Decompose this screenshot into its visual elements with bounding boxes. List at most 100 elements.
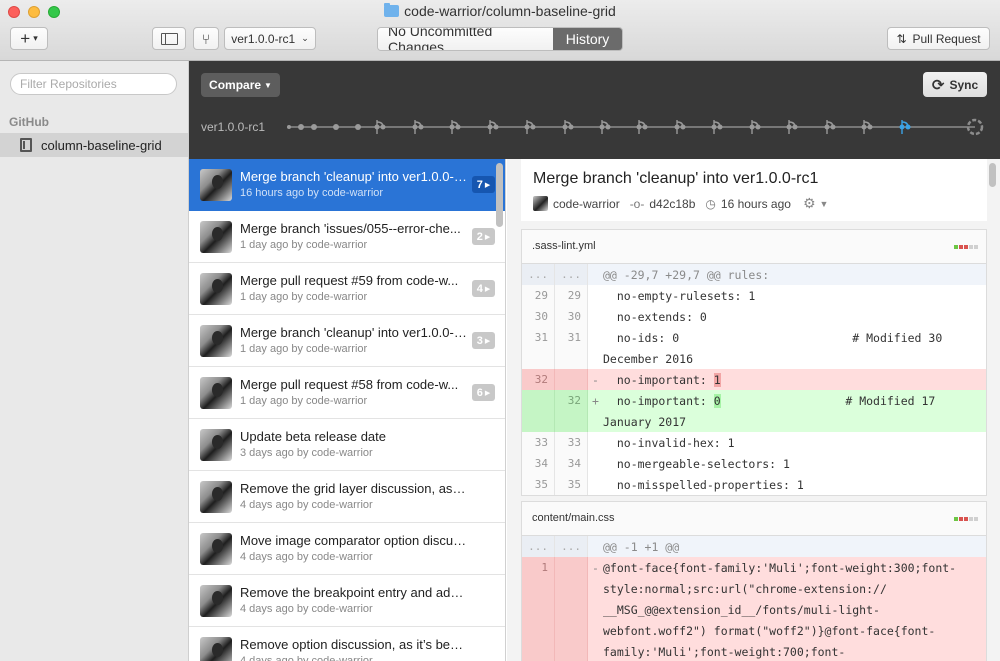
avatar: [200, 325, 232, 357]
timeline-commit-node[interactable]: [298, 124, 304, 130]
commit-meta: 4 days ago by code-warrior: [240, 603, 373, 615]
diff-file-header[interactable]: content/main.css: [522, 502, 986, 536]
sync-label: Sync: [949, 77, 979, 92]
avatar: [200, 221, 232, 253]
old-line-number: 35: [522, 474, 555, 495]
old-line-number: 31: [522, 327, 555, 348]
diff-line: 32 + no-important: 0 # Modified 17: [522, 390, 986, 411]
repo-icon: [20, 138, 32, 152]
toggle-sidebar-button[interactable]: [152, 27, 186, 50]
expand-arrow-icon: ▶: [484, 233, 491, 241]
diff-code: @@ -1 +1 @@: [603, 540, 680, 554]
sync-button[interactable]: ⟳ Sync: [923, 72, 987, 97]
commit-sha[interactable]: d42c18b: [649, 197, 695, 211]
diff-line: 31 31 no-ids: 0 # Modified 30: [522, 327, 986, 348]
uncommitted-changes-tab[interactable]: No Uncommitted Changes: [378, 28, 553, 50]
commit-row[interactable]: Merge branch 'issues/055--error-che... 1 …: [189, 211, 505, 263]
diff-line: 32 - no-important: 1: [522, 369, 986, 390]
old-line-number: ...: [522, 264, 555, 285]
commit-list-scrollbar[interactable]: [496, 163, 503, 227]
commit-row[interactable]: Merge branch 'cleanup' into ver1.0.0-rc1…: [189, 315, 505, 367]
commit-meta: 16 hours ago by code-warrior: [240, 187, 384, 199]
commit-row[interactable]: Remove the breakpoint entry and add it l…: [189, 575, 505, 627]
commit-count-badge[interactable]: 3 ▶: [472, 332, 495, 349]
commit-count-badge[interactable]: 4 ▶: [472, 280, 495, 297]
diff-line: 34 34 no-mergeable-selectors: 1: [522, 453, 986, 474]
commit-row[interactable]: Update beta release date 3 days ago by co…: [189, 419, 505, 471]
commit-count-badge[interactable]: 6 ▶: [472, 384, 495, 401]
diff-code: webfont.woff2") format("woff2")}@font-fa…: [603, 624, 936, 638]
gear-icon[interactable]: ⚙: [803, 195, 816, 212]
new-branch-button[interactable]: ⑂: [193, 27, 219, 50]
filter-repositories-input[interactable]: Filter Repositories: [10, 73, 177, 95]
new-line-number: [555, 578, 588, 599]
branch-selector[interactable]: ver1.0.0-rc1 ⌄: [224, 27, 316, 50]
old-line-number: [522, 599, 555, 620]
avatar: [200, 429, 232, 461]
commit-count-badge[interactable]: 2 ▶: [472, 228, 495, 245]
window-title: code-warrior/column-baseline-grid: [0, 3, 1000, 19]
diff-line: December 2016: [522, 348, 986, 369]
timeline-commit-node[interactable]: [287, 125, 291, 129]
commit-row[interactable]: Remove option discussion, as it’s been f…: [189, 627, 505, 661]
new-line-number: ...: [555, 536, 588, 557]
commit-row[interactable]: Merge branch 'cleanup' into ver1.0.0-rc1…: [189, 159, 505, 211]
compare-button[interactable]: Compare ▼: [201, 73, 280, 97]
clock-icon: ◷: [705, 196, 716, 211]
diff-line: 33 33 no-invalid-hex: 1: [522, 432, 986, 453]
add-repository-button[interactable]: + ▾: [10, 27, 48, 50]
diff-sign: [588, 285, 603, 306]
commit-meta: 1 day ago by code-warrior: [240, 239, 368, 251]
commit-count-value: 2: [476, 230, 483, 243]
diff-sign: +: [592, 394, 599, 408]
filter-placeholder: Filter Repositories: [20, 77, 117, 91]
history-tab[interactable]: History: [553, 28, 622, 50]
chevron-down-icon[interactable]: ▼: [820, 199, 829, 209]
new-line-number: [555, 641, 588, 661]
commit-detail-title: Merge branch 'cleanup' into ver1.0.0-rc1: [533, 170, 819, 187]
old-line-number: ...: [522, 536, 555, 557]
diff-code: December 2016: [603, 352, 694, 366]
commit-count-badge[interactable]: 7 ▶: [472, 176, 495, 193]
diff-file-header[interactable]: .sass-lint.yml: [522, 230, 986, 264]
commit-row[interactable]: Remove the grid layer discussion, as it’…: [189, 471, 505, 523]
timeline-commit-node[interactable]: [311, 124, 317, 130]
repository-sidebar: Filter Repositories GitHub column-baseli…: [0, 61, 189, 661]
timeline-commit-node[interactable]: [355, 124, 361, 130]
diff-code: @@ -29,7 +29,7 @@ rules:: [603, 268, 770, 282]
new-line-number: ...: [555, 264, 588, 285]
diff-stat-icon: [954, 517, 978, 521]
avatar: [200, 273, 232, 305]
diff-line: January 2017: [522, 411, 986, 432]
commit-row[interactable]: Merge pull request #58 from code-w... 1 d…: [189, 367, 505, 419]
commit-row[interactable]: Move image comparator option discussed t…: [189, 523, 505, 575]
diff-code: no-misspelled-properties: 1: [603, 478, 804, 492]
new-line-number: 32: [555, 390, 588, 411]
new-line-number: [555, 557, 588, 578]
diff-sign: [588, 536, 603, 557]
commit-meta: 1 day ago by code-warrior: [240, 395, 368, 407]
pull-request-button[interactable]: ⇅ Pull Request: [887, 27, 990, 50]
diff-code: no-mergeable-selectors: 1: [603, 457, 790, 471]
commit-count-value: 4: [476, 282, 483, 295]
commit-title: Merge branch 'cleanup' into ver1.0.0-rc1: [240, 325, 468, 340]
new-line-number: [555, 599, 588, 620]
timeline-commit-node[interactable]: [333, 124, 339, 130]
diff-line: 35 35 no-misspelled-properties: 1: [522, 474, 986, 495]
diff-code: no-invalid-hex: 1: [603, 436, 735, 450]
compare-label: Compare: [209, 78, 262, 92]
avatar: [200, 377, 232, 409]
commit-title: Remove the grid layer discussion, as it’…: [240, 481, 468, 496]
diff-line: ...... @@ -29,7 +29,7 @@ rules:: [522, 264, 986, 285]
window-toolbar: code-warrior/column-baseline-grid + ▾ ⑂ v…: [0, 0, 1000, 61]
diff-line: __MSG_@@extension_id__/fonts/muli-light-: [522, 599, 986, 620]
diff-sign: [588, 348, 603, 369]
old-line-number: [522, 578, 555, 599]
diff-sign: [588, 264, 603, 285]
sidebar-item-repository[interactable]: column-baseline-grid: [0, 133, 188, 157]
commit-row[interactable]: Merge pull request #59 from code-w... 1 d…: [189, 263, 505, 315]
commit-title: Update beta release date: [240, 429, 386, 444]
commit-timeline[interactable]: [189, 111, 1000, 147]
detail-scrollbar[interactable]: [989, 163, 996, 187]
new-line-number: [555, 348, 588, 369]
